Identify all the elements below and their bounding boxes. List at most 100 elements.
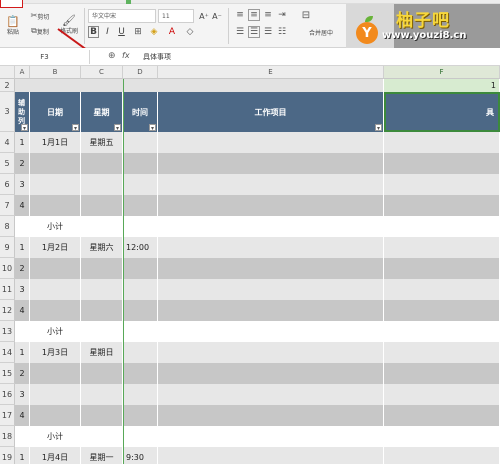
cell-date[interactable]: 小计	[30, 426, 81, 447]
font-size-select[interactable]: 11	[158, 9, 194, 23]
cell-date[interactable]: 1月1日	[30, 132, 81, 153]
cell-helper[interactable]: 4	[15, 300, 30, 321]
cell-time[interactable]	[123, 384, 158, 405]
cell-time[interactable]: 12:00	[123, 237, 158, 258]
cell-helper[interactable]: 2	[15, 363, 30, 384]
fill-color-button[interactable]: ◈	[148, 26, 160, 38]
cell-time[interactable]	[123, 216, 158, 237]
cell-weekday[interactable]: 星期日	[81, 342, 123, 363]
cell-date[interactable]	[30, 384, 81, 405]
filter-dropdown-icon[interactable]: ▾	[72, 124, 79, 132]
grow-font-button[interactable]: A⁺	[198, 9, 210, 23]
title-cell-right[interactable]: 1	[384, 79, 500, 92]
cell-helper[interactable]: 3	[15, 174, 30, 195]
cell-work-item[interactable]	[158, 447, 384, 464]
cell-work-item[interactable]	[158, 321, 384, 342]
underline-button[interactable]: U	[116, 26, 127, 38]
row-header[interactable]: 19	[0, 447, 15, 464]
cell-work-item[interactable]	[158, 195, 384, 216]
shrink-font-button[interactable]: A⁻	[211, 9, 223, 23]
cell-date[interactable]	[30, 174, 81, 195]
header-time[interactable]: 时间 ▾	[123, 92, 158, 132]
cell-time[interactable]	[123, 153, 158, 174]
filter-dropdown-icon[interactable]: ▾	[149, 124, 156, 132]
cell-date[interactable]	[30, 279, 81, 300]
cell-time[interactable]	[123, 300, 158, 321]
cell-detail[interactable]	[384, 426, 500, 447]
cell-work-item[interactable]	[158, 363, 384, 384]
cell-helper[interactable]	[15, 216, 30, 237]
name-box[interactable]: F3	[0, 50, 90, 64]
cell-weekday[interactable]: 星期一	[81, 447, 123, 464]
row-header[interactable]: 6	[0, 174, 15, 195]
cell-date[interactable]: 小计	[30, 321, 81, 342]
cell-work-item[interactable]	[158, 216, 384, 237]
cell-helper[interactable]	[15, 426, 30, 447]
align-right-button[interactable]: ☰	[262, 26, 274, 38]
column-header-e[interactable]: E	[158, 66, 384, 79]
cell-work-item[interactable]	[158, 405, 384, 426]
row-header[interactable]: 10	[0, 258, 15, 279]
cell-helper[interactable]: 1	[15, 237, 30, 258]
indent-button[interactable]: ⇥	[276, 9, 288, 21]
cell-weekday[interactable]	[81, 279, 123, 300]
cell-time[interactable]	[123, 174, 158, 195]
cell-date[interactable]: 1月2日	[30, 237, 81, 258]
bold-button[interactable]: B	[88, 26, 99, 38]
cell-time[interactable]	[123, 321, 158, 342]
cell-weekday[interactable]	[81, 216, 123, 237]
cell-date[interactable]	[30, 363, 81, 384]
font-name-select[interactable]: 华文中宋	[88, 9, 156, 23]
cell-date[interactable]	[30, 153, 81, 174]
cell-helper[interactable]: 2	[15, 258, 30, 279]
cell-helper[interactable]: 3	[15, 384, 30, 405]
cell-date[interactable]	[30, 300, 81, 321]
title-cell[interactable]	[15, 79, 384, 92]
copy-button[interactable]: ⧉ 复制	[26, 25, 54, 37]
zoom-icon[interactable]: ⊕	[108, 51, 116, 61]
filter-dropdown-icon[interactable]: ▾	[114, 124, 121, 132]
cell-work-item[interactable]	[158, 258, 384, 279]
cell-detail[interactable]	[384, 405, 500, 426]
cell-detail[interactable]	[384, 384, 500, 405]
header-date[interactable]: 日期 ▾	[30, 92, 81, 132]
cell-detail[interactable]	[384, 258, 500, 279]
cell-detail[interactable]	[384, 153, 500, 174]
merge-icon-button[interactable]: ⊟	[296, 9, 316, 23]
header-work-item[interactable]: 工作项目 ▾	[158, 92, 384, 132]
cell-date[interactable]: 1月3日	[30, 342, 81, 363]
column-header-c[interactable]: C	[81, 66, 123, 79]
align-top-button[interactable]: ≡	[234, 9, 246, 21]
cell-work-item[interactable]	[158, 384, 384, 405]
row-header[interactable]: 4	[0, 132, 15, 153]
row-header[interactable]: 14	[0, 342, 15, 363]
filter-dropdown-icon[interactable]: ▾	[21, 124, 28, 132]
cell-date[interactable]	[30, 258, 81, 279]
cell-time[interactable]	[123, 342, 158, 363]
row-header[interactable]: 2	[0, 79, 15, 92]
align-left-button[interactable]: ☰	[234, 26, 246, 38]
cell-detail[interactable]	[384, 342, 500, 363]
row-header[interactable]: 5	[0, 153, 15, 174]
cell-work-item[interactable]	[158, 426, 384, 447]
cell-helper[interactable]: 3	[15, 279, 30, 300]
cell-weekday[interactable]	[81, 300, 123, 321]
cell-time[interactable]: 9:30	[123, 447, 158, 464]
cell-weekday[interactable]	[81, 321, 123, 342]
header-helper-column[interactable]: 辅助列 ▾	[15, 92, 30, 132]
cell-detail[interactable]	[384, 216, 500, 237]
column-header-d[interactable]: D	[123, 66, 158, 79]
row-header[interactable]: 11	[0, 279, 15, 300]
cell-helper[interactable]: 1	[15, 132, 30, 153]
cell-weekday[interactable]: 星期六	[81, 237, 123, 258]
column-header-f[interactable]: F	[384, 66, 500, 79]
cell-weekday[interactable]	[81, 258, 123, 279]
cell-time[interactable]	[123, 363, 158, 384]
cell-detail[interactable]	[384, 174, 500, 195]
row-header[interactable]: 15	[0, 363, 15, 384]
cell-work-item[interactable]	[158, 342, 384, 363]
cell-helper[interactable]: 4	[15, 405, 30, 426]
cell-time[interactable]	[123, 258, 158, 279]
row-header[interactable]: 7	[0, 195, 15, 216]
function-icon[interactable]: fx	[122, 51, 130, 60]
